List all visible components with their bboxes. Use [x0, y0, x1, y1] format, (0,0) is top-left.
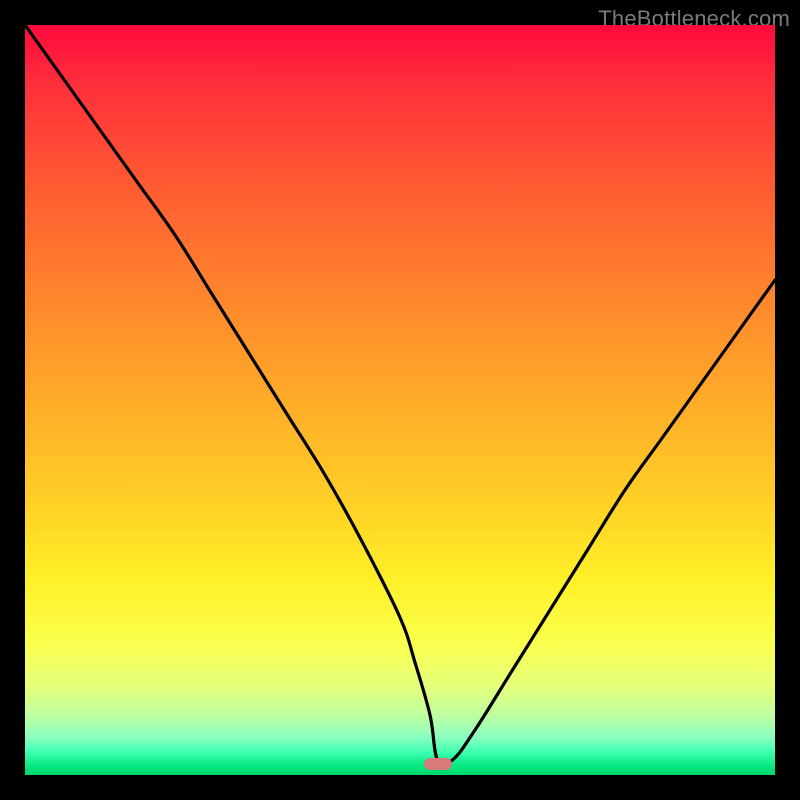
bottleneck-curve — [25, 25, 775, 775]
plot-area — [25, 25, 775, 775]
optimal-marker — [424, 758, 452, 770]
chart-stage: TheBottleneck.com — [0, 0, 800, 800]
